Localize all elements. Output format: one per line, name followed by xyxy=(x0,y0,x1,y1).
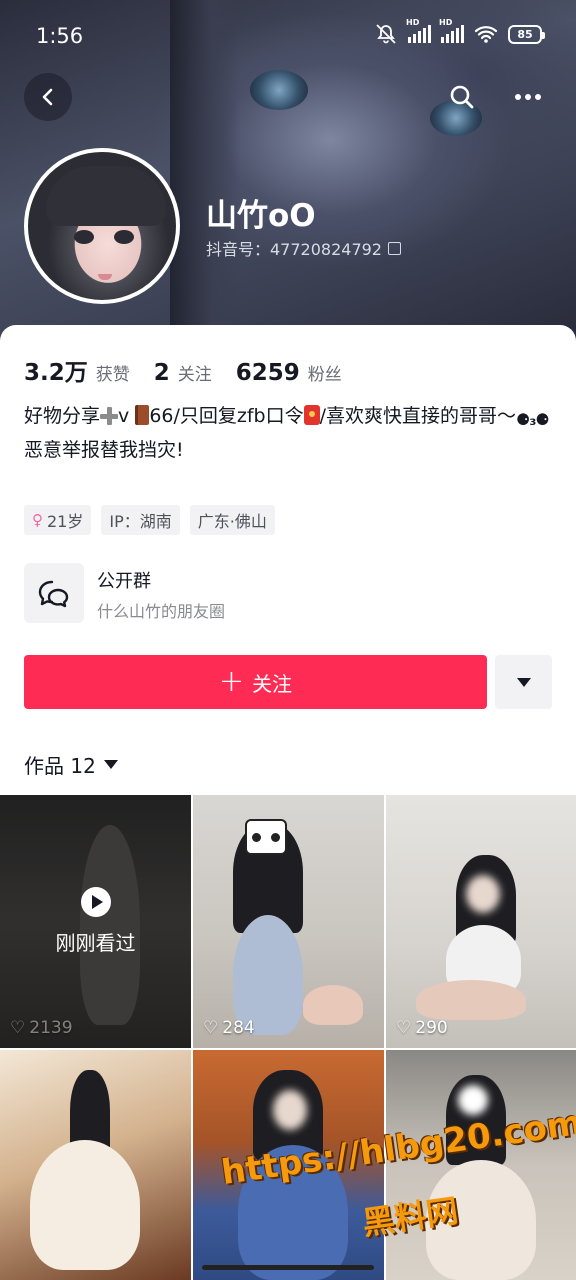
stat-value: 2 xyxy=(153,360,170,386)
dropdown-icon xyxy=(516,677,531,687)
red-packet-emoji-icon xyxy=(303,405,320,425)
heart-icon: ♡ xyxy=(203,1018,219,1038)
thumbnail-art xyxy=(303,985,363,1025)
avatar-art xyxy=(114,230,134,244)
video-thumbnail[interactable] xyxy=(0,1050,191,1280)
face-emoji-icon: ⚈₃⚈ xyxy=(516,410,550,429)
tab-works[interactable]: 作品 12 xyxy=(24,750,118,779)
video-likes-count: 2139 xyxy=(29,1018,73,1038)
thumbnail-art xyxy=(233,915,303,1035)
tag-ip: IP：湖南 xyxy=(101,505,180,535)
tag-age: ♀ 21岁 xyxy=(24,505,92,535)
back-icon xyxy=(42,88,53,106)
stat-label: 关注 xyxy=(177,365,212,385)
public-group-entry[interactable]: 公开群 什么山竹的朋友圈 xyxy=(24,563,554,625)
thumbnail-art xyxy=(273,1090,307,1130)
stat-value: 6259 xyxy=(235,360,300,386)
mute-icon xyxy=(376,24,396,44)
video-thumbnail[interactable]: 刚刚看过 ♡ 2139 xyxy=(0,795,191,1048)
more-button[interactable] xyxy=(508,77,548,117)
video-likes-count: 284 xyxy=(222,1018,255,1038)
video-thumbnail[interactable]: ♡ 284 xyxy=(193,795,384,1048)
home-indicator[interactable] xyxy=(202,1265,374,1270)
stat-label: 获赞 xyxy=(95,365,130,385)
thumbnail-art xyxy=(30,1140,140,1270)
thumbnail-art xyxy=(466,875,500,913)
battery-icon: 85 xyxy=(508,24,545,44)
door-emoji-icon xyxy=(135,405,150,425)
panda-sticker-icon xyxy=(458,1085,488,1115)
thumbnail-art xyxy=(416,980,526,1020)
tag-location: 广东·佛山 xyxy=(189,505,275,535)
stat-value: 3.2万 xyxy=(24,360,88,386)
group-subtitle: 什么山竹的朋友圈 xyxy=(97,602,226,621)
more-icon xyxy=(515,94,541,100)
search-button[interactable] xyxy=(442,77,482,117)
tag-ip-label: IP：湖南 xyxy=(109,512,172,531)
avatar-art xyxy=(98,274,112,280)
recently-viewed-label: 刚刚看过 xyxy=(55,931,136,955)
face-sticker-icon xyxy=(245,819,287,855)
video-likes: ♡ 2139 xyxy=(10,1018,73,1038)
profile-nickname: 山竹oO xyxy=(206,198,316,234)
bio-text: /喜欢爽快直接的哥哥～ xyxy=(319,405,517,427)
back-button[interactable] xyxy=(24,73,72,121)
status-bar: 1:56 HD HD 85 xyxy=(0,0,576,74)
bio-text: 好物分享 xyxy=(24,405,101,427)
group-chat-icon xyxy=(24,563,84,623)
bio-text: 66/只回复zfb口令 xyxy=(149,405,304,427)
video-likes: ♡ 290 xyxy=(396,1018,448,1038)
signal-icon: HD xyxy=(406,18,431,43)
tag-age-label: 21岁 xyxy=(47,512,84,531)
recommend-toggle-button[interactable] xyxy=(495,655,552,709)
status-icons: HD HD 85 xyxy=(374,18,545,44)
video-likes: ♡ 284 xyxy=(203,1018,255,1038)
battery-level: 85 xyxy=(517,27,533,41)
video-grid: 刚刚看过 ♡ 2139 ♡ 284 ♡ 290 xyxy=(0,795,576,1280)
video-thumbnail[interactable]: ♡ 290 xyxy=(386,795,576,1048)
wifi-icon xyxy=(474,26,498,43)
tab-works-label: 作品 12 xyxy=(24,754,96,778)
heart-icon: ♡ xyxy=(10,1018,26,1038)
video-likes-count: 290 xyxy=(415,1018,448,1038)
stat-followers[interactable]: 6259 粉丝 xyxy=(236,360,342,386)
stat-label: 粉丝 xyxy=(307,365,342,385)
bio-text: 恶意举报替我挡灾! xyxy=(24,439,184,461)
profile-tags: ♀ 21岁 IP：湖南 广东·佛山 xyxy=(24,505,275,535)
dropdown-icon xyxy=(103,760,118,769)
douyin-id-row[interactable]: 抖音号：47720824792 xyxy=(206,236,401,260)
plus-icon: + xyxy=(218,664,245,699)
plus-emoji-icon xyxy=(100,407,119,425)
cover-art xyxy=(250,70,308,110)
stat-following[interactable]: 2 关注 xyxy=(154,360,212,386)
search-icon xyxy=(450,85,474,109)
profile-stats: 3.2万 获赞 2 关注 6259 粉丝 xyxy=(24,353,366,387)
recently-viewed-badge: 刚刚看过 xyxy=(0,887,191,956)
status-time: 1:56 xyxy=(36,24,84,48)
avatar-art xyxy=(74,230,94,244)
douyin-id: 抖音号：47720824792 xyxy=(206,240,382,259)
follow-label: 关注 xyxy=(252,671,293,696)
stat-likes[interactable]: 3.2万 获赞 xyxy=(24,353,130,387)
group-title: 公开群 xyxy=(97,571,151,592)
avatar-art xyxy=(46,166,166,226)
play-icon xyxy=(80,887,111,917)
profile-bio: 好物分享 v 66/只回复zfb口令/喜欢爽快直接的哥哥～⚈₃⚈ 恶意举报替我挡灾… xyxy=(24,401,554,466)
tag-location-label: 广东·佛山 xyxy=(197,512,267,531)
female-icon: ♀ xyxy=(32,511,43,529)
heart-icon: ♡ xyxy=(396,1018,412,1038)
bio-text: v xyxy=(118,405,136,427)
copy-icon[interactable] xyxy=(387,241,401,255)
follow-button[interactable]: + 关注 xyxy=(24,655,487,709)
avatar[interactable] xyxy=(24,148,180,304)
signal-icon: HD xyxy=(439,18,464,43)
